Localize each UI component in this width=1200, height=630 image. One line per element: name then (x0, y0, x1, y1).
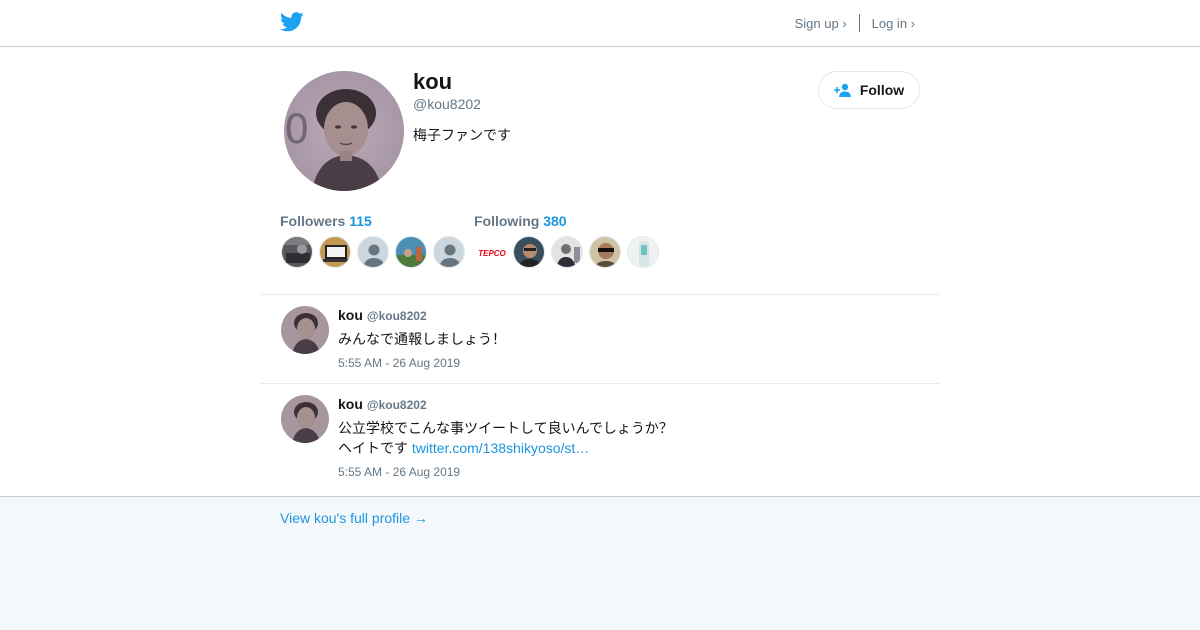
profile-column: 0 kou @kou8202 梅子ファンです Follow Followers … (260, 47, 940, 497)
tweet-author-name[interactable]: kou (338, 396, 363, 412)
tweet-avatar[interactable] (281, 395, 329, 443)
tweet-text-fragment: ヘイトです (338, 440, 408, 456)
profile-name: kou (413, 69, 453, 94)
following-avatar[interactable] (551, 236, 583, 268)
tweet-avatar[interactable] (281, 306, 329, 354)
tweet-header: kou @kou8202 (338, 396, 427, 412)
auth-links: Sign up › Log in › (795, 14, 915, 32)
add-person-icon (833, 83, 851, 97)
twitter-bird-icon[interactable] (280, 11, 304, 33)
tweet-card[interactable]: kou @kou8202 みんなで通報しましょう！ 5:55 AM - 26 Au… (260, 295, 940, 383)
follow-button[interactable]: Follow (818, 71, 920, 109)
tweet-timestamp[interactable]: 5:55 AM - 26 Aug 2019 (338, 356, 460, 370)
tweet-author-handle[interactable]: @kou8202 (367, 398, 427, 412)
svg-text:0: 0 (284, 107, 309, 153)
profile-handle: @kou8202 (413, 96, 481, 112)
profile-bio: 梅子ファンです (413, 127, 511, 143)
follower-avatar[interactable] (395, 236, 427, 268)
followers-count: 115 (349, 213, 372, 229)
followers-stat[interactable]: Followers 115 (280, 213, 372, 229)
top-bar: Sign up › Log in › (0, 0, 1200, 47)
tweet-author-handle[interactable]: @kou8202 (367, 309, 427, 323)
login-link[interactable]: Log in › (872, 16, 915, 31)
profile-avatar[interactable]: 0 (284, 71, 404, 191)
tweet-card[interactable]: kou @kou8202 公立学校でこんな事ツイートして良いんでしょうか？ ヘイト… (260, 384, 940, 496)
following-label: Following (474, 213, 540, 229)
tweet-text: みんなで通報しましょう！ (338, 329, 506, 349)
tweet-link[interactable]: twitter.com/138shikyoso/st… (412, 440, 589, 456)
following-thumbnails: TEPCO (475, 236, 659, 268)
signup-link[interactable]: Sign up › (795, 16, 847, 31)
following-avatar[interactable] (627, 236, 659, 268)
follower-avatar[interactable] (319, 236, 351, 268)
tweet-timestamp[interactable]: 5:55 AM - 26 Aug 2019 (338, 465, 460, 479)
tweet-header: kou @kou8202 (338, 307, 427, 323)
following-stat[interactable]: Following 380 (474, 213, 567, 229)
followers-label: Followers (280, 213, 346, 229)
profile-panel: 0 kou @kou8202 梅子ファンです Follow Followers … (0, 47, 1200, 497)
portrait-image: 0 (284, 71, 404, 191)
follower-avatar[interactable] (281, 236, 313, 268)
tweet-text-line: ヘイトです twitter.com/138shikyoso/st… (338, 438, 673, 458)
followers-thumbnails (281, 236, 465, 268)
tweet-author-name[interactable]: kou (338, 307, 363, 323)
following-avatar[interactable] (589, 236, 621, 268)
auth-separator (858, 14, 860, 32)
follower-avatar-default[interactable] (357, 236, 389, 268)
following-count: 380 (543, 213, 567, 229)
follow-button-label: Follow (859, 82, 905, 98)
tweet-text-line: みんなで通報しましょう！ (338, 331, 506, 347)
tepco-logo-text: TEPCO (478, 249, 506, 258)
tweet-text: 公立学校でこんな事ツイートして良いんでしょうか？ ヘイトです twitter.c… (338, 418, 673, 458)
view-full-profile-link[interactable]: View kou's full profile → (280, 510, 428, 526)
following-avatar[interactable] (513, 236, 545, 268)
following-avatar-tepco[interactable]: TEPCO (475, 236, 507, 268)
follower-avatar-default[interactable] (433, 236, 465, 268)
tweet-text-line: 公立学校でこんな事ツイートして良いんでしょうか？ (338, 420, 673, 436)
